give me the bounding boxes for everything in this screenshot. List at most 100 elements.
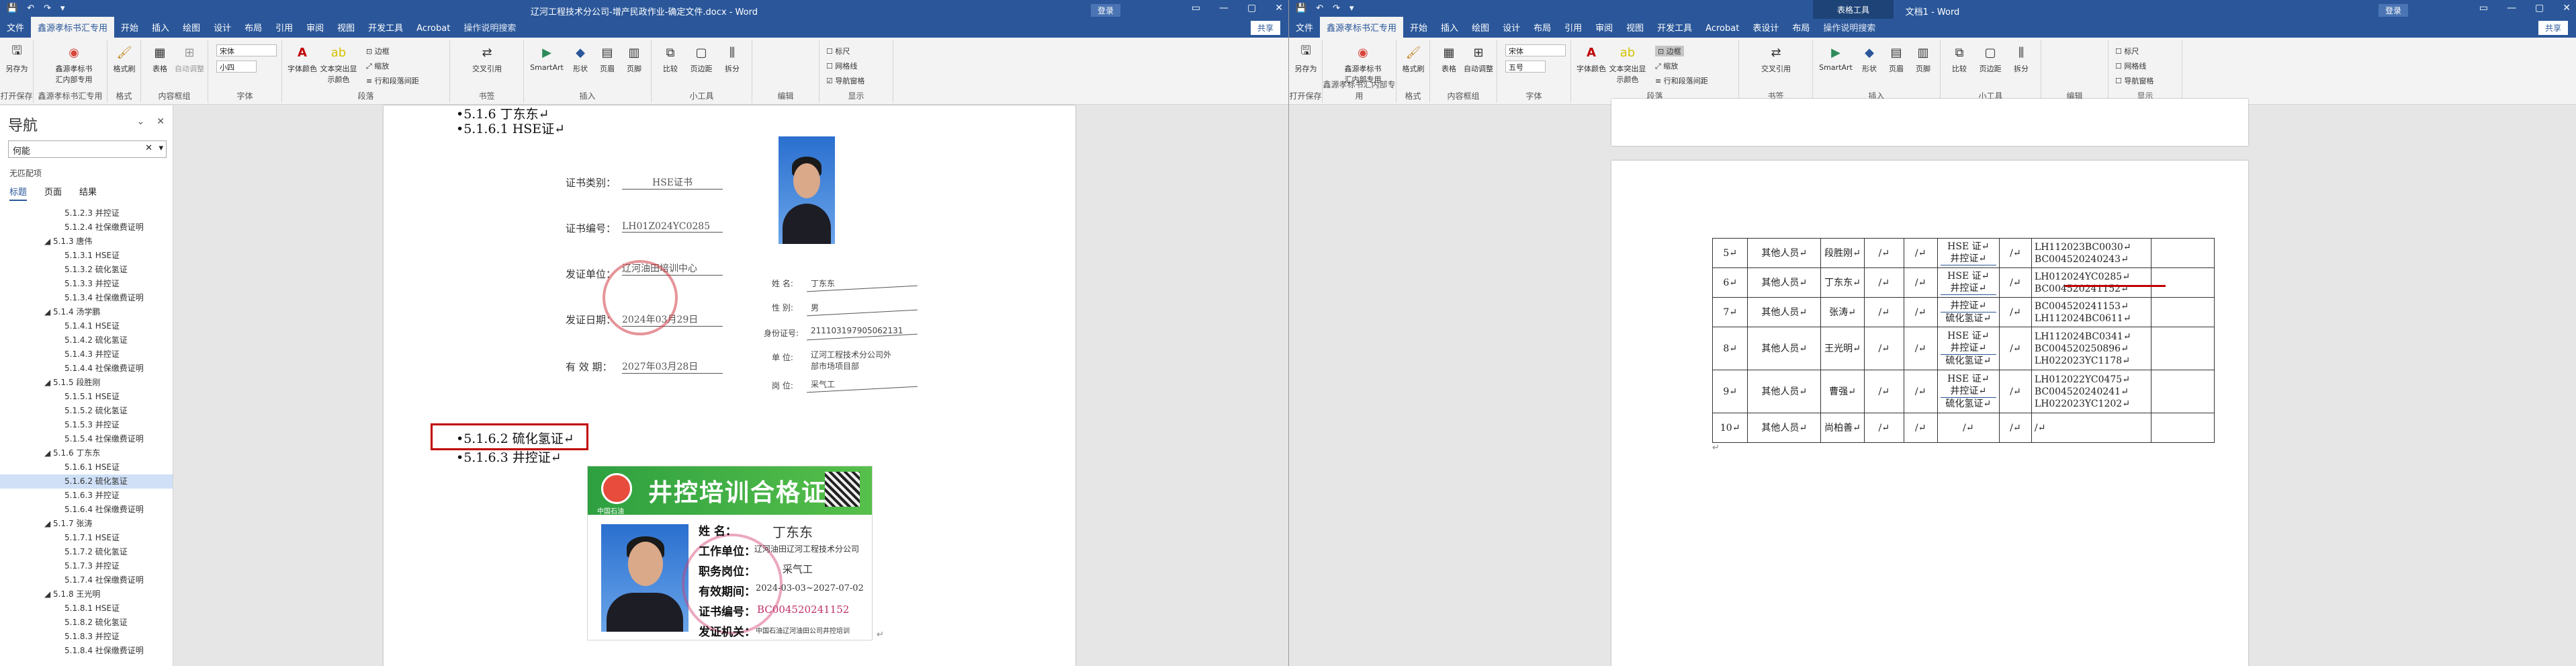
line-spacing-button[interactable]: ≡ 行和段落间距: [366, 75, 419, 86]
cell-c7[interactable]: /↵: [1998, 370, 2032, 413]
autofit-button[interactable]: ⊞ 自动调整: [1464, 43, 1493, 74]
nav-heading-item[interactable]: 5.1.8.2 硫化氢证: [0, 616, 173, 630]
nav-heading-item[interactable]: ◢ 5.1.3 唐伟: [0, 235, 173, 249]
cell-c7[interactable]: /↵: [1998, 327, 2032, 370]
cell-no[interactable]: 5↵: [1712, 238, 1748, 268]
minimize-icon[interactable]: —: [1219, 3, 1229, 13]
nav-pane-checkbox[interactable]: ☐ 导航窗格: [2115, 75, 2153, 86]
nav-heading-item[interactable]: 5.1.3.3 并控证: [0, 277, 173, 291]
nav-heading-item[interactable]: 5.1.4.3 并控证: [0, 347, 173, 362]
shapes-button[interactable]: ◆ 形状: [1855, 43, 1884, 74]
tab-file[interactable]: 文件: [1289, 21, 1320, 38]
sign-in-button[interactable]: 登录: [2378, 4, 2408, 17]
tab-file[interactable]: 文件: [0, 21, 31, 38]
cell-c5[interactable]: /↵: [1903, 370, 1938, 413]
nav-heading-item[interactable]: 5.1.5.2 硫化氢证: [0, 404, 173, 418]
format-painter-button[interactable]: 🖌 格式刷: [1398, 43, 1428, 74]
tab-headings[interactable]: 标题: [9, 185, 28, 201]
border-button[interactable]: ⊡ 边框: [1655, 46, 1684, 56]
nav-heading-item[interactable]: ◢ 5.1.6 丁东东: [0, 446, 173, 460]
cert-number-cell[interactable]: LH112023BC0030↵ BC004520240243↵: [2031, 238, 2151, 268]
cell-c7[interactable]: /↵: [1998, 267, 2032, 298]
tab-design[interactable]: 设计: [1496, 21, 1527, 38]
tab-review[interactable]: 审阅: [1589, 21, 1619, 38]
shapes-button[interactable]: ◆ 形状: [566, 43, 595, 74]
nav-heading-item[interactable]: 5.1.2.3 并控证: [0, 206, 173, 220]
nav-heading-item[interactable]: 5.1.8.3 并控证: [0, 630, 173, 644]
footer-button[interactable]: ▥ 页脚: [619, 43, 649, 74]
nav-heading-item[interactable]: ◢ 5.1.7 张涛: [0, 517, 173, 531]
format-painter-button[interactable]: 🖌 格式刷: [109, 43, 139, 74]
cell-name[interactable]: 丁东东↵: [1820, 267, 1865, 298]
cell-empty[interactable]: [2150, 267, 2215, 298]
nav-heading-item[interactable]: 5.1.6.1 HSE证: [0, 460, 173, 474]
tab-custom[interactable]: 鑫源孝标书汇专用: [31, 17, 115, 38]
font-name-select[interactable]: 宋体: [216, 44, 277, 56]
cell-empty[interactable]: [2150, 327, 2215, 370]
split-button[interactable]: ⫼ 拆分: [2006, 43, 2036, 74]
tab-home[interactable]: 开始: [114, 21, 145, 38]
nav-heading-item[interactable]: 5.1.5.4 社保缴费证明: [0, 432, 173, 446]
cell-name[interactable]: 王光明↵: [1820, 327, 1865, 370]
highlight-button[interactable]: ab 文本突出显示颜色: [320, 43, 357, 85]
search-options-icon[interactable]: ▾: [159, 143, 163, 153]
nav-heading-item[interactable]: 5.1.6.2 硫化氢证: [0, 474, 173, 489]
nav-heading-item[interactable]: 5.1.4.2 硫化氢证: [0, 333, 173, 347]
cell-c5[interactable]: /↵: [1903, 297, 1938, 327]
cell-type[interactable]: 其他人员↵: [1747, 370, 1822, 413]
clear-search-icon[interactable]: ✕: [145, 143, 152, 153]
compare-button[interactable]: ⧉ 比较: [1945, 43, 1974, 74]
close-icon[interactable]: ✕: [1275, 3, 1283, 13]
tab-table-layout[interactable]: 布局: [1785, 21, 1816, 38]
tab-custom[interactable]: 鑫源孝标书汇专用: [1320, 17, 1404, 38]
header-button[interactable]: ▤ 页眉: [592, 43, 622, 74]
tab-acrobat[interactable]: Acrobat: [410, 24, 457, 38]
cross-reference-button[interactable]: ⇄ 交叉引用: [470, 43, 504, 74]
nav-heading-item[interactable]: ◢ 5.1.5 段胜刚: [0, 376, 173, 390]
share-button[interactable]: 共享: [1250, 21, 1280, 35]
cell-empty[interactable]: [2150, 297, 2215, 327]
cell-type[interactable]: 其他人员↵: [1747, 238, 1822, 268]
cell-c7[interactable]: /↵: [1998, 297, 2032, 327]
cell-name[interactable]: 曹强↵: [1820, 370, 1865, 413]
tab-table-design[interactable]: 表设计: [1746, 21, 1785, 38]
nav-heading-item[interactable]: 5.1.5.1 HSE证: [0, 390, 173, 404]
nav-heading-item[interactable]: 5.1.8.4 社保缴费证明: [0, 644, 173, 658]
cell-name[interactable]: 尚柏善↵: [1820, 413, 1865, 443]
zoom-button[interactable]: ⤢ 缩放: [366, 60, 389, 71]
cell-no[interactable]: 7↵: [1712, 297, 1748, 327]
cell-empty[interactable]: [2150, 370, 2215, 413]
share-button[interactable]: 共享: [2538, 21, 2568, 35]
cell-name[interactable]: 张涛↵: [1820, 297, 1865, 327]
cert-type-cell[interactable]: HSE 证↵ 井控证↵: [1937, 267, 2000, 298]
tab-layout[interactable]: 布局: [238, 21, 269, 38]
compare-button[interactable]: ⧉ 比较: [656, 43, 685, 74]
tab-layout[interactable]: 布局: [1527, 21, 1558, 38]
tab-developer[interactable]: 开发工具: [361, 21, 410, 38]
minimize-icon[interactable]: —: [2507, 3, 2516, 13]
nav-heading-item[interactable]: 5.1.4.4 社保缴费证明: [0, 362, 173, 376]
cell-no[interactable]: 9↵: [1712, 370, 1748, 413]
font-color-button[interactable]: A 字体颜色: [1576, 43, 1606, 74]
tab-draw[interactable]: 绘图: [1465, 21, 1496, 38]
ribbon-display-icon[interactable]: ▭: [2479, 3, 2488, 13]
maximize-icon[interactable]: ▢: [1247, 3, 1256, 13]
close-icon[interactable]: ✕: [157, 116, 165, 127]
font-size-select[interactable]: 小四: [216, 60, 257, 73]
cert-type-cell[interactable]: HSE 证↵ 井控证↵ 硫化氢证↵: [1937, 370, 2000, 413]
nav-heading-item[interactable]: 5.1.3.4 社保缴费证明: [0, 291, 173, 305]
font-color-button[interactable]: A 字体颜色: [287, 43, 317, 74]
cell-c5[interactable]: /↵: [1903, 238, 1938, 268]
cert-number-cell[interactable]: BC004520241153↵ LH112024BC0611↵: [2031, 297, 2151, 327]
cell-type[interactable]: 其他人员↵: [1747, 267, 1822, 298]
cert-number-cell[interactable]: LH112024BC0341↵ BC004520250896↵ LH022023YC…: [2031, 327, 2151, 370]
cell-no[interactable]: 8↵: [1712, 327, 1748, 370]
font-size-select[interactable]: 五号: [1505, 60, 1546, 73]
cell-type[interactable]: 其他人员↵: [1747, 297, 1822, 327]
tab-references[interactable]: 引用: [1558, 21, 1589, 38]
tab-developer[interactable]: 开发工具: [1650, 21, 1699, 38]
nav-heading-item[interactable]: 5.1.7.1 HSE证: [0, 531, 173, 545]
gridlines-checkbox[interactable]: ☐ 网格线: [2115, 60, 2146, 71]
nav-heading-item[interactable]: 5.1.3.2 硫化氢证: [0, 263, 173, 277]
custom-internal-button[interactable]: ◉ 鑫源孝标书汇内部专用: [54, 43, 94, 85]
